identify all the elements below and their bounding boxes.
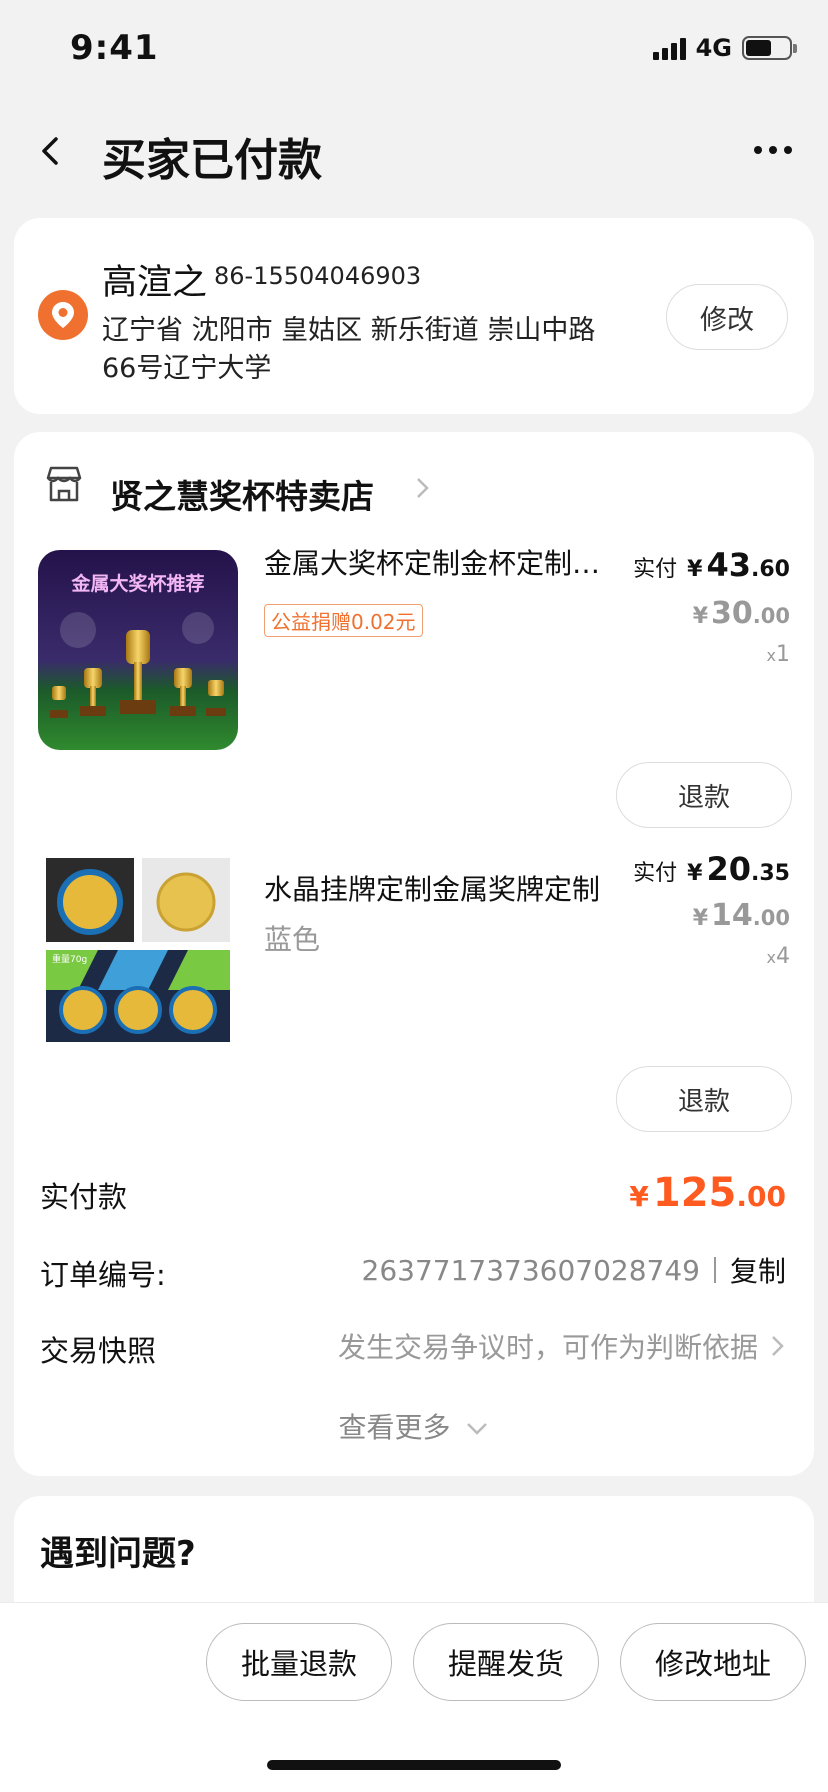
item-spec: 蓝色 (264, 923, 321, 956)
recipient-name: 高渲之 (102, 263, 208, 303)
address-line-1: 辽宁省 沈阳市 皇姑区 新乐街道 崇山中路 (102, 315, 596, 346)
home-indicator (267, 1760, 561, 1770)
bottom-action-bar: 批量退款 提醒发货 修改地址 (0, 1602, 828, 1792)
status-bar: 9:41 4G (0, 0, 828, 100)
refund-button[interactable]: 退款 (616, 1066, 792, 1132)
change-address-button[interactable]: 修改地址 (620, 1623, 806, 1701)
address-card: 高渲之 86-15504046903 辽宁省 沈阳市 皇姑区 新乐街道 崇山中路… (14, 218, 814, 414)
paid-price: ¥20.35 (687, 850, 790, 888)
battery-icon (742, 36, 797, 60)
chevron-right-icon (772, 1336, 784, 1356)
order-number-row: 2637717373607028749 复制 (362, 1250, 787, 1290)
help-title: 遇到问题? (40, 1534, 196, 1574)
recipient-phone: 86-15504046903 (214, 262, 422, 290)
nav-bar: 买家已付款 (0, 112, 828, 192)
copy-button[interactable]: 复制 (730, 1250, 786, 1290)
network-type: 4G (695, 34, 732, 62)
item-quantity: x4 (766, 944, 790, 969)
store-name[interactable]: 贤之慧奖杯特卖店 (110, 470, 374, 518)
thumbnail-caption: 重量70g (52, 953, 87, 965)
remind-shipment-button[interactable]: 提醒发货 (413, 1623, 599, 1701)
see-more-button[interactable]: 查看更多 (14, 1406, 814, 1446)
original-price: ¥30.00 (692, 596, 790, 631)
status-indicators: 4G (652, 34, 797, 62)
store-icon (46, 466, 82, 502)
paid-price: ¥43.60 (687, 546, 790, 584)
address-line-2: 66号辽宁大学 (102, 353, 272, 384)
item-title[interactable]: 水晶挂牌定制金属奖牌定制 (264, 868, 624, 908)
chevron-right-icon[interactable] (414, 476, 432, 500)
paid-label: 实付 (633, 861, 678, 886)
order-number: 2637717373607028749 (361, 1253, 700, 1287)
item-title[interactable]: 金属大奖杯定制金杯定制奖杯 (264, 542, 624, 582)
snapshot-label: 交易快照 (40, 1334, 157, 1368)
item-paid-line: 实付 ¥20.35 (633, 850, 790, 888)
order-card: 贤之慧奖杯特卖店 金属大奖杯推荐 金属大奖杯定制金杯定制奖杯 公益捐赠0.02元… (14, 432, 814, 1476)
batch-refund-button[interactable]: 批量退款 (206, 1623, 392, 1701)
location-icon (38, 290, 88, 340)
item-quantity: x1 (766, 642, 790, 667)
product-thumbnail-medal[interactable]: 重量70g (38, 850, 238, 1050)
total-label: 实付款 (40, 1180, 128, 1214)
order-number-label: 订单编号: (40, 1258, 166, 1292)
paid-label: 实付 (633, 557, 678, 582)
see-more-label: 查看更多 (338, 1411, 451, 1444)
more-icon[interactable] (754, 146, 792, 154)
thumbnail-caption: 金属大奖杯推荐 (70, 572, 204, 595)
item-paid-line: 实付 ¥43.60 (633, 546, 790, 584)
snapshot-link[interactable]: 发生交易争议时，可作为判断依据 (338, 1326, 786, 1366)
page-title: 买家已付款 (102, 135, 322, 186)
original-price: ¥14.00 (692, 898, 790, 933)
status-time: 9:41 (70, 28, 159, 68)
signal-icon (652, 36, 686, 60)
charity-tag: 公益捐赠0.02元 (264, 604, 423, 637)
refund-button[interactable]: 退款 (616, 762, 792, 828)
chevron-down-icon (467, 1423, 488, 1435)
snapshot-hint: 发生交易争议时，可作为判断依据 (337, 1331, 758, 1364)
edit-address-button[interactable]: 修改 (666, 284, 788, 350)
total-amount: ¥125.00 (629, 1170, 786, 1216)
back-icon[interactable] (36, 136, 66, 166)
divider (713, 1257, 716, 1283)
product-thumbnail-trophy[interactable]: 金属大奖杯推荐 (38, 550, 238, 750)
